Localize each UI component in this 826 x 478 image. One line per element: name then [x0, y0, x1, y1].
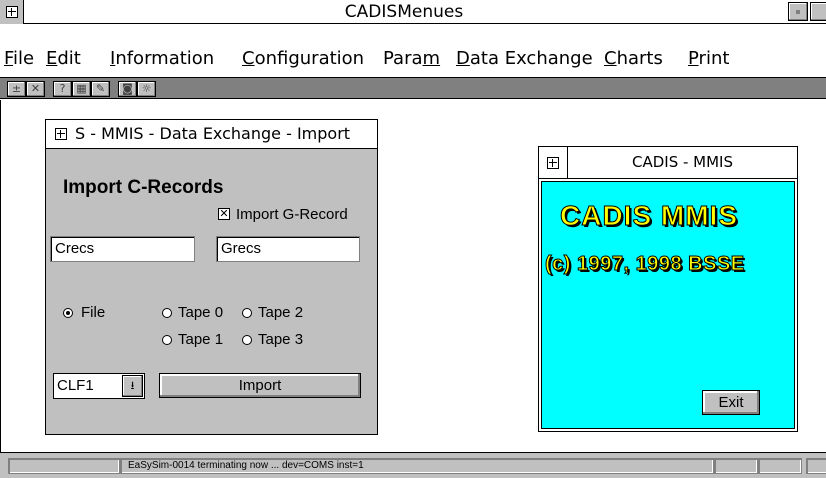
window-icon: [547, 156, 559, 169]
splash-big-title: CADIS MMIS: [560, 200, 738, 232]
radio-file[interactable]: [63, 308, 73, 318]
radio-file-label: File: [81, 304, 106, 321]
radio-tape-0[interactable]: [162, 308, 172, 318]
menu-data-exchange[interactable]: Data Exchange: [456, 48, 593, 69]
menu-information[interactable]: Information: [110, 48, 214, 69]
radio-tape-0-label: Tape 0: [178, 304, 224, 321]
splash-title: CADIS - MMIS: [631, 153, 733, 171]
calculator-icon: ▦: [76, 82, 87, 95]
crecs-field[interactable]: Crecs: [50, 236, 195, 262]
tools-button[interactable]: ✎: [91, 81, 110, 97]
radio-tape-1[interactable]: [162, 335, 172, 345]
menu-print[interactable]: Print: [688, 48, 729, 69]
toolbar: ± ✕? ▦ ✎ ◙ ☼: [0, 77, 826, 99]
status-message: EaSySim-0014 terminating now ... dev=COM…: [120, 458, 714, 474]
import-g-record-checkbox[interactable]: ✕: [218, 207, 230, 220]
import-dialog-titlebar[interactable]: S - MMIS - Data Exchange - Import: [46, 120, 377, 149]
system-menu-button[interactable]: [0, 0, 24, 24]
camera-button[interactable]: ◙: [118, 81, 137, 97]
camera-icon: ◙: [122, 82, 133, 95]
radio-tape-3[interactable]: [242, 335, 252, 345]
tools-icon: ✎: [95, 82, 106, 95]
exit-button[interactable]: Exit: [702, 390, 760, 415]
device-select-value: CLF1: [57, 377, 94, 394]
minimize-icon: [796, 10, 800, 14]
splash-copyright: (c) 1997, 1998 BSSE: [545, 253, 745, 276]
window-icon: [54, 128, 67, 140]
dialog-system-menu[interactable]: [46, 120, 75, 148]
window-icon: [5, 6, 18, 18]
status-pane-4: [806, 458, 826, 474]
status-pane-3: [758, 458, 802, 474]
menu-configuration[interactable]: Configuration: [242, 48, 364, 69]
splash-titlebar[interactable]: CADIS - MMIS: [539, 147, 797, 179]
menu-param[interactable]: Param: [383, 48, 440, 69]
checkbox-check-icon: ✕: [219, 207, 229, 220]
help-button[interactable]: ?: [53, 81, 72, 97]
status-pane-2: [714, 458, 758, 474]
menu-edit[interactable]: Edit: [46, 48, 81, 69]
menu-file[interactable]: File: [4, 48, 34, 69]
menu-charts[interactable]: Charts: [604, 48, 663, 69]
splash-content: CADIS MMIS (c) 1997, 1998 BSSE Exit: [541, 181, 795, 429]
device-select-dropdown-button[interactable]: ⭳: [122, 375, 143, 397]
splash-system-menu[interactable]: [539, 147, 568, 178]
grecs-field[interactable]: Grecs: [216, 236, 360, 262]
radio-tape-2-label: Tape 2: [258, 304, 304, 321]
remove-icon: ✕: [30, 82, 41, 95]
import-heading: Import C-Records: [63, 177, 224, 198]
settings-button[interactable]: ☼: [137, 81, 156, 97]
add-icon: ±: [11, 82, 22, 95]
status-pane-left: [8, 458, 120, 474]
radio-tape-1-label: Tape 1: [178, 331, 224, 348]
import-dialog: S - MMIS - Data Exchange - Import Import…: [45, 119, 378, 435]
calculator-button[interactable]: ▦: [72, 81, 91, 97]
import-button[interactable]: Import: [159, 373, 361, 398]
radio-tape-2[interactable]: [242, 308, 252, 318]
window-title: CADISMenues: [344, 2, 464, 22]
splash-window: CADIS - MMIS CADIS MMIS (c) 1997, 1998 B…: [538, 146, 798, 432]
help-icon: ?: [59, 82, 66, 95]
device-select[interactable]: CLF1 ⭳: [53, 373, 145, 399]
title-bar: CADISMenues: [0, 0, 826, 24]
maximize-button[interactable]: [810, 2, 826, 21]
add-button[interactable]: ±: [7, 81, 26, 97]
minimize-button[interactable]: [788, 2, 808, 21]
settings-icon: ☼: [141, 82, 152, 95]
dropdown-arrow-icon: ⭳: [130, 379, 135, 392]
remove-button[interactable]: ✕: [26, 81, 45, 97]
import-dialog-title: S - MMIS - Data Exchange - Import: [75, 124, 351, 143]
radio-tape-3-label: Tape 3: [258, 331, 304, 348]
import-g-record-label: Import G-Record: [236, 206, 348, 223]
